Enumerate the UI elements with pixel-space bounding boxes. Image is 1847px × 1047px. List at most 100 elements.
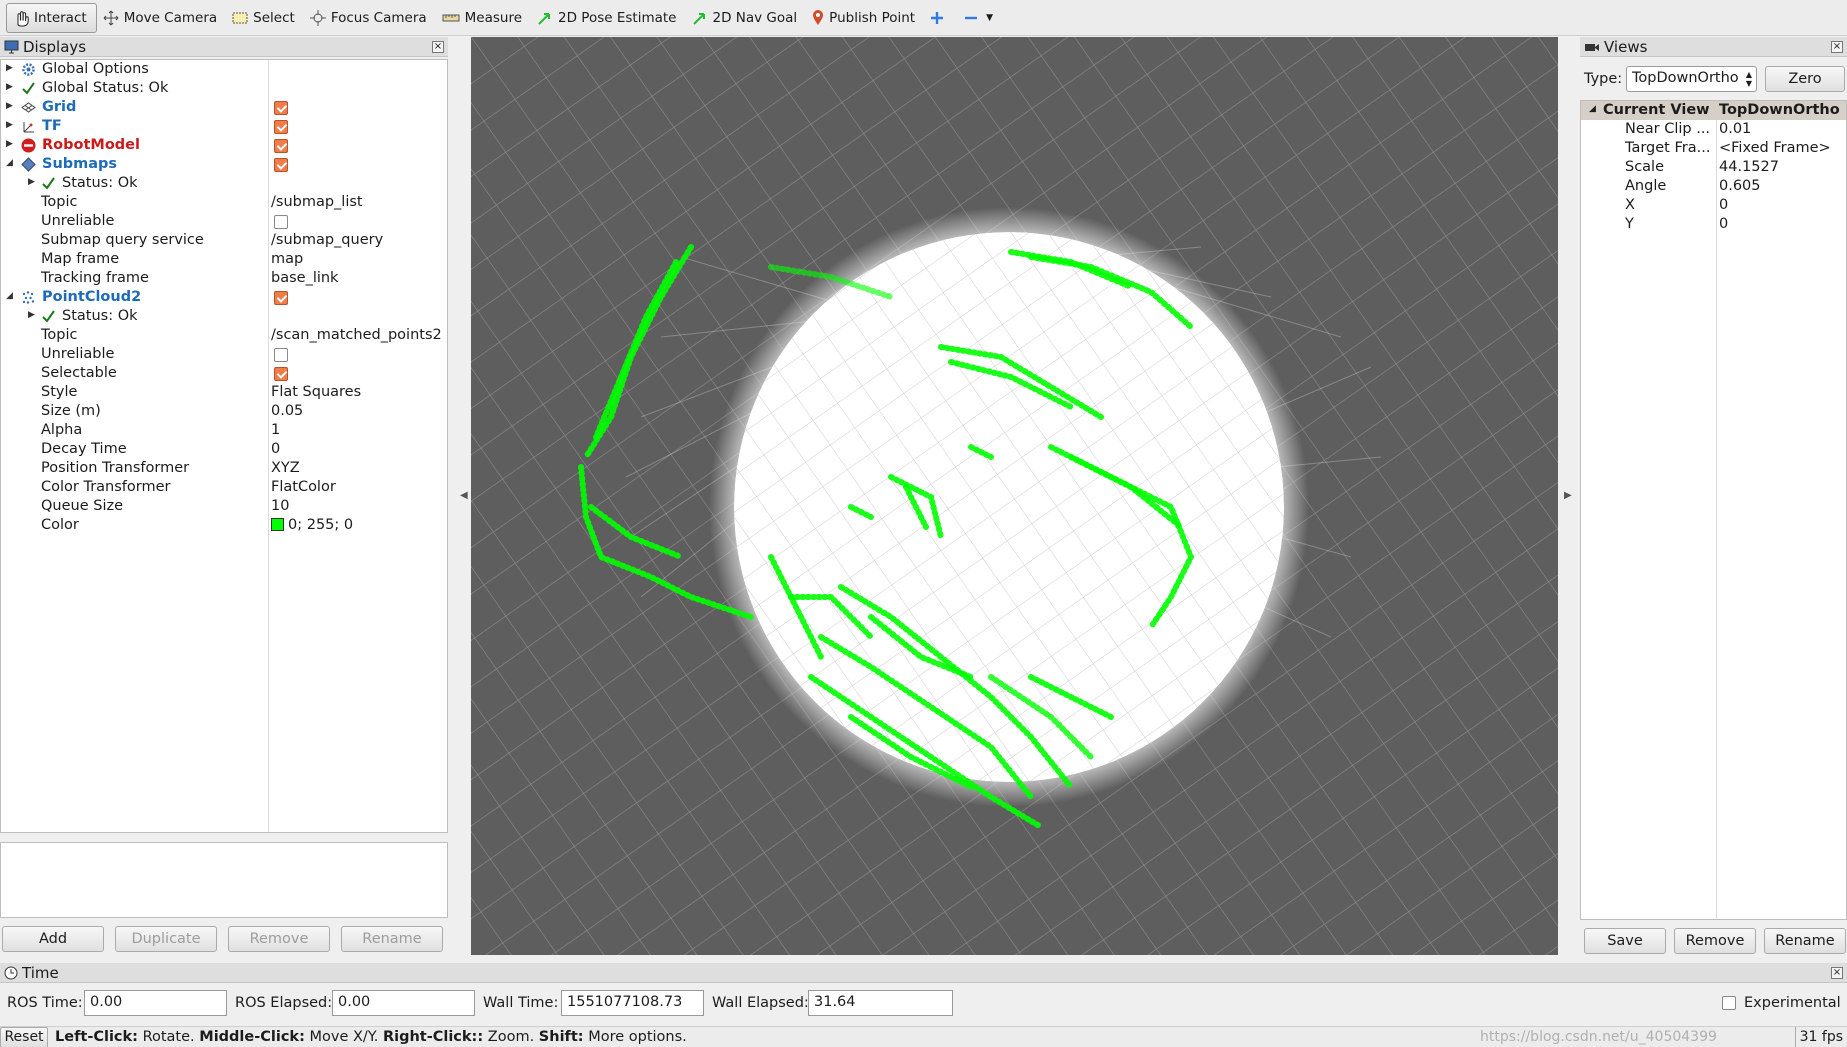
- expand-arrow-icon[interactable]: ▶: [6, 101, 13, 111]
- tree-row-pointcloud-status[interactable]: ▶ Status: Ok: [1, 307, 447, 326]
- current-view-row[interactable]: ◢ Current View TopDownOrtho ...: [1581, 101, 1846, 120]
- property-row[interactable]: Style Flat Squares: [1, 383, 447, 402]
- property-row[interactable]: Topic /scan_matched_points2: [1, 326, 447, 345]
- measure-tool[interactable]: Measure: [436, 3, 531, 33]
- collapse-arrow-icon[interactable]: ◢: [6, 158, 13, 168]
- color-value[interactable]: 0; 255; 0: [271, 517, 353, 533]
- expand-arrow-icon[interactable]: ▶: [6, 120, 13, 130]
- property-value[interactable]: map: [271, 251, 303, 267]
- collapse-arrow-icon[interactable]: ◢: [6, 291, 13, 301]
- property-row[interactable]: Map frame map: [1, 250, 447, 269]
- property-value[interactable]: 1: [271, 422, 280, 438]
- view-type-select[interactable]: TopDownOrtho ▲ ▼: [1626, 66, 1757, 92]
- tree-row-grid[interactable]: ▶ Grid: [1, 98, 447, 117]
- property-row[interactable]: Position Transformer XYZ: [1, 459, 447, 478]
- tree-row-submaps[interactable]: ◢ Submaps: [1, 155, 447, 174]
- remove-tool-button[interactable]: ▼: [958, 3, 1002, 33]
- property-row[interactable]: Selectable: [1, 364, 447, 383]
- pointcloud-enabled-checkbox[interactable]: [274, 291, 288, 305]
- collapse-right-arrow-icon[interactable]: ▶: [1564, 490, 1572, 501]
- collapse-left-arrow-icon[interactable]: ◀: [460, 490, 468, 501]
- view-property-row[interactable]: X 0: [1581, 196, 1846, 215]
- tree-row-submaps-status[interactable]: ▶ Status: Ok: [1, 174, 447, 193]
- property-row[interactable]: Tracking frame base_link: [1, 269, 447, 288]
- tree-row-robot-model[interactable]: ▶ RobotModel: [1, 136, 447, 155]
- render-viewport[interactable]: [471, 37, 1558, 955]
- property-value[interactable]: 0.05: [271, 403, 303, 419]
- unreliable-checkbox[interactable]: [274, 215, 288, 229]
- focus-camera-tool[interactable]: Focus Camera: [304, 3, 436, 33]
- grid-enabled-checkbox[interactable]: [274, 101, 288, 115]
- tree-row-tf[interactable]: ▶ TF: [1, 117, 447, 136]
- property-row[interactable]: Alpha 1: [1, 421, 447, 440]
- property-row[interactable]: Decay Time 0: [1, 440, 447, 459]
- remove-view-button[interactable]: Remove: [1674, 928, 1756, 954]
- wall-time-field[interactable]: 1551077108.73: [561, 990, 704, 1016]
- property-value[interactable]: /scan_matched_points2: [271, 327, 442, 343]
- view-property-row[interactable]: Scale 44.1527: [1581, 158, 1846, 177]
- selectable-checkbox[interactable]: [274, 367, 288, 381]
- property-value[interactable]: 0: [1719, 216, 1728, 232]
- property-value[interactable]: 0.01: [1719, 121, 1751, 137]
- close-icon[interactable]: ×: [432, 41, 444, 53]
- expand-arrow-icon[interactable]: ▶: [6, 139, 13, 149]
- interact-tool[interactable]: Interact: [6, 2, 97, 33]
- property-value[interactable]: 10: [271, 498, 289, 514]
- tree-row-global-status[interactable]: ▶ Global Status: Ok: [1, 79, 447, 98]
- expand-arrow-icon[interactable]: ▶: [28, 310, 35, 320]
- close-icon[interactable]: ×: [1831, 41, 1843, 53]
- robot-model-enabled-checkbox[interactable]: [274, 139, 288, 153]
- save-view-button[interactable]: Save: [1584, 928, 1666, 954]
- property-row[interactable]: Unreliable: [1, 212, 447, 231]
- view-property-row[interactable]: Target Fra... <Fixed Frame>: [1581, 139, 1846, 158]
- collapse-arrow-icon[interactable]: ◢: [1589, 104, 1596, 114]
- wall-elapsed-field[interactable]: 31.64: [808, 990, 953, 1016]
- rename-display-button[interactable]: Rename: [341, 926, 443, 952]
- reset-button[interactable]: Reset: [0, 1027, 48, 1047]
- unreliable-checkbox[interactable]: [274, 348, 288, 362]
- property-value[interactable]: FlatColor: [271, 479, 336, 495]
- view-property-row[interactable]: Y 0: [1581, 215, 1846, 234]
- view-property-row[interactable]: Near Clip ... 0.01: [1581, 120, 1846, 139]
- publish-point-tool[interactable]: Publish Point: [806, 3, 924, 33]
- property-row[interactable]: Queue Size 10: [1, 497, 447, 516]
- property-value[interactable]: Flat Squares: [271, 384, 361, 400]
- tree-row-global-options[interactable]: ▶ Global Options: [1, 60, 447, 79]
- rename-view-button[interactable]: Rename: [1764, 928, 1846, 954]
- close-icon[interactable]: ×: [1831, 967, 1843, 979]
- view-property-row[interactable]: Angle 0.605: [1581, 177, 1846, 196]
- remove-display-button[interactable]: Remove: [228, 926, 330, 952]
- duplicate-display-button[interactable]: Duplicate: [115, 926, 217, 952]
- expand-arrow-icon[interactable]: ▶: [28, 177, 35, 187]
- property-row[interactable]: Size (m) 0.05: [1, 402, 447, 421]
- property-row[interactable]: Submap query service /submap_query: [1, 231, 447, 250]
- render-canvas[interactable]: [471, 37, 1558, 955]
- property-value[interactable]: /submap_query: [271, 232, 383, 248]
- property-value[interactable]: base_link: [271, 270, 338, 286]
- property-row[interactable]: Unreliable: [1, 345, 447, 364]
- add-tool-button[interactable]: [924, 3, 958, 33]
- move-camera-tool[interactable]: Move Camera: [97, 3, 226, 33]
- ros-time-field[interactable]: 0.00: [84, 990, 227, 1016]
- expand-arrow-icon[interactable]: ▶: [6, 63, 13, 73]
- property-value[interactable]: 0: [1719, 197, 1728, 213]
- property-value[interactable]: 44.1527: [1719, 159, 1779, 175]
- tf-enabled-checkbox[interactable]: [274, 120, 288, 134]
- property-value[interactable]: XYZ: [271, 460, 300, 476]
- property-value[interactable]: /submap_list: [271, 194, 363, 210]
- pose-estimate-tool[interactable]: 2D Pose Estimate: [531, 3, 685, 33]
- property-value[interactable]: 0.605: [1719, 178, 1761, 194]
- select-tool[interactable]: Select: [226, 3, 304, 33]
- nav-goal-tool[interactable]: 2D Nav Goal: [686, 3, 807, 33]
- experimental-checkbox[interactable]: [1722, 996, 1736, 1010]
- tree-row-pointcloud2[interactable]: ◢ PointCloud2: [1, 288, 447, 307]
- property-row[interactable]: Topic /submap_list: [1, 193, 447, 212]
- submaps-enabled-checkbox[interactable]: [274, 158, 288, 172]
- property-value[interactable]: <Fixed Frame>: [1719, 140, 1831, 156]
- property-row[interactable]: Color Transformer FlatColor: [1, 478, 447, 497]
- zero-button[interactable]: Zero: [1765, 66, 1845, 92]
- expand-arrow-icon[interactable]: ▶: [6, 82, 13, 92]
- property-row[interactable]: Color 0; 255; 0: [1, 516, 447, 535]
- add-display-button[interactable]: Add: [2, 926, 104, 952]
- property-value[interactable]: 0: [271, 441, 280, 457]
